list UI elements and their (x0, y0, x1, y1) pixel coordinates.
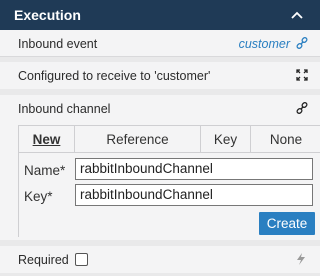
inbound-channel-label: Inbound channel (18, 102, 111, 116)
inbound-event-value[interactable]: customer (239, 37, 290, 51)
tab-none[interactable]: None (251, 126, 320, 152)
tab-key[interactable]: Key (201, 126, 251, 152)
link-icon[interactable] (296, 101, 308, 115)
inbound-channel-section: Inbound channel New Reference Key None N… (0, 95, 320, 240)
required-checkbox[interactable] (75, 253, 88, 266)
inbound-event-label: Inbound event (18, 37, 98, 51)
create-button[interactable]: Create (259, 212, 315, 235)
channel-tabs: New Reference Key None (19, 125, 320, 153)
tab-reference[interactable]: Reference (75, 126, 201, 152)
bolt-icon (296, 253, 308, 265)
name-label: Name* (24, 163, 66, 178)
configured-row: Configured to receive to 'customer' (0, 62, 320, 89)
name-field[interactable]: rabbitInboundChannel (75, 158, 313, 180)
execution-header[interactable]: Execution (0, 0, 320, 30)
required-row: Required (0, 246, 320, 273)
expand-icon[interactable] (296, 69, 308, 81)
tab-new[interactable]: New (19, 126, 75, 152)
link-icon[interactable] (296, 36, 308, 50)
section-title: Execution (14, 7, 81, 23)
chevron-up-icon[interactable] (290, 8, 304, 22)
required-label: Required (18, 253, 69, 267)
inbound-event-row: Inbound event customer (0, 30, 320, 57)
channel-panel: New Reference Key None Name* rabbitInbou… (18, 125, 320, 237)
configured-text: Configured to receive to 'customer' (18, 69, 211, 83)
key-field[interactable]: rabbitInboundChannel (75, 184, 313, 206)
key-label: Key* (24, 189, 53, 204)
